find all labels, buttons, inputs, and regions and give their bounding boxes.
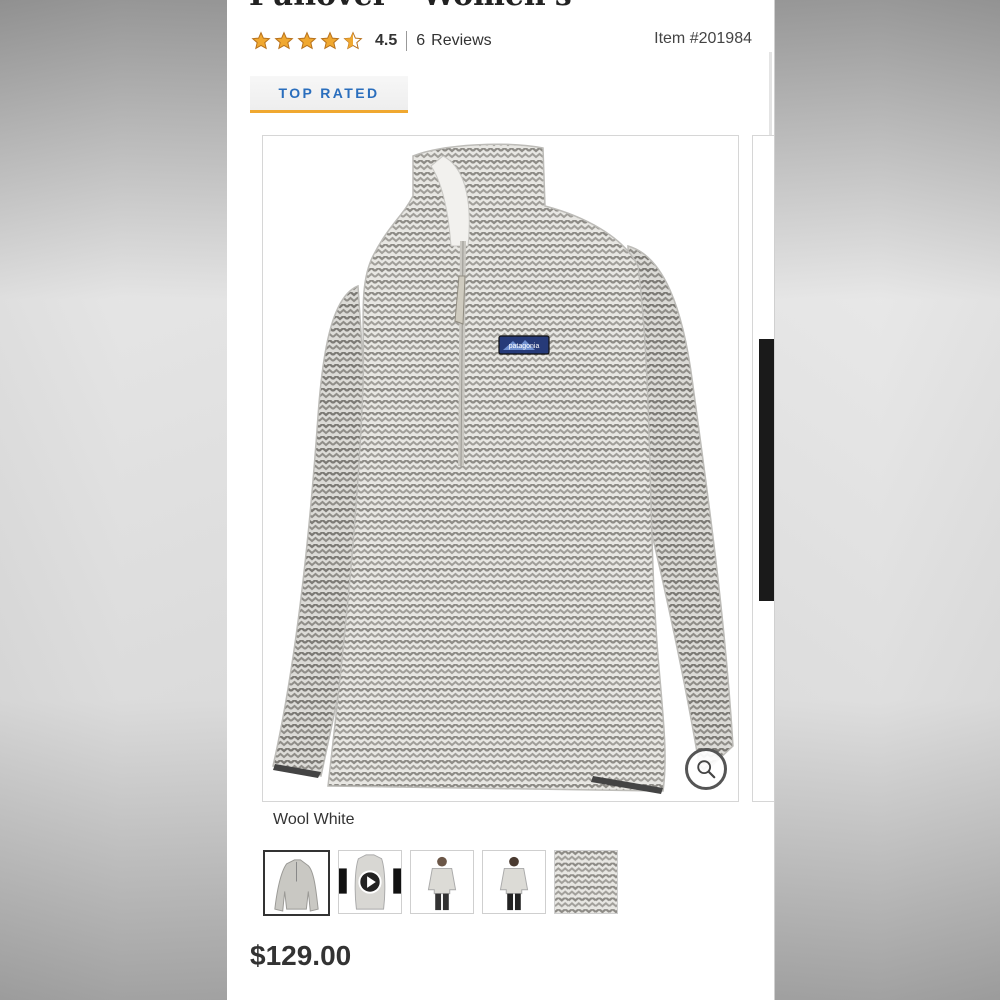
- next-image-peek[interactable]: [752, 135, 774, 802]
- video-thumbnail: [339, 851, 401, 913]
- reviews-link[interactable]: 6 Reviews: [416, 32, 491, 50]
- brand-patch: patagonia: [509, 343, 540, 350]
- pullover-illustration: patagonia: [272, 143, 734, 794]
- thumbnail-video[interactable]: [338, 850, 402, 914]
- product-main-image[interactable]: patagonia: [262, 135, 739, 802]
- color-name: Wool White: [273, 811, 355, 828]
- background-left: [0, 0, 227, 1000]
- model-back-thumbnail: [483, 851, 545, 913]
- star-rating: [251, 31, 363, 51]
- half-star-icon: [343, 31, 363, 50]
- next-image-preview: [759, 339, 774, 601]
- star-icon: [251, 31, 271, 50]
- review-count: 6: [416, 32, 426, 49]
- star-icon: [274, 31, 294, 50]
- reviews-label: Reviews: [431, 32, 492, 49]
- product-price: $129.00: [250, 940, 352, 971]
- zoom-button[interactable]: [685, 748, 727, 790]
- item-number: Item #201984: [654, 30, 752, 47]
- background-right: [775, 0, 1000, 1000]
- thumbnail-model-back[interactable]: [482, 850, 546, 914]
- pullover-thumbnail: [265, 852, 328, 914]
- rating-divider: [406, 31, 408, 51]
- thumbnail-front-view[interactable]: [263, 850, 330, 916]
- rating-row[interactable]: 4.5 6 Reviews: [251, 28, 492, 54]
- star-icon: [320, 31, 340, 50]
- product-page: Pullover - Women's 4.5 6 Reviews Item #20…: [227, 0, 774, 1000]
- product-title: Pullover - Women's: [249, 0, 572, 13]
- star-icon: [297, 31, 317, 50]
- magnifier-icon: [697, 760, 716, 779]
- fabric-detail-thumbnail: [555, 851, 617, 913]
- thumbnail-fabric-detail[interactable]: [554, 850, 618, 914]
- thumbnail-strip: [263, 850, 618, 916]
- thumbnail-model-front[interactable]: [410, 850, 474, 914]
- model-front-thumbnail: [411, 851, 473, 913]
- rating-value: 4.5: [375, 32, 398, 49]
- top-rated-badge: TOP RATED: [250, 76, 408, 113]
